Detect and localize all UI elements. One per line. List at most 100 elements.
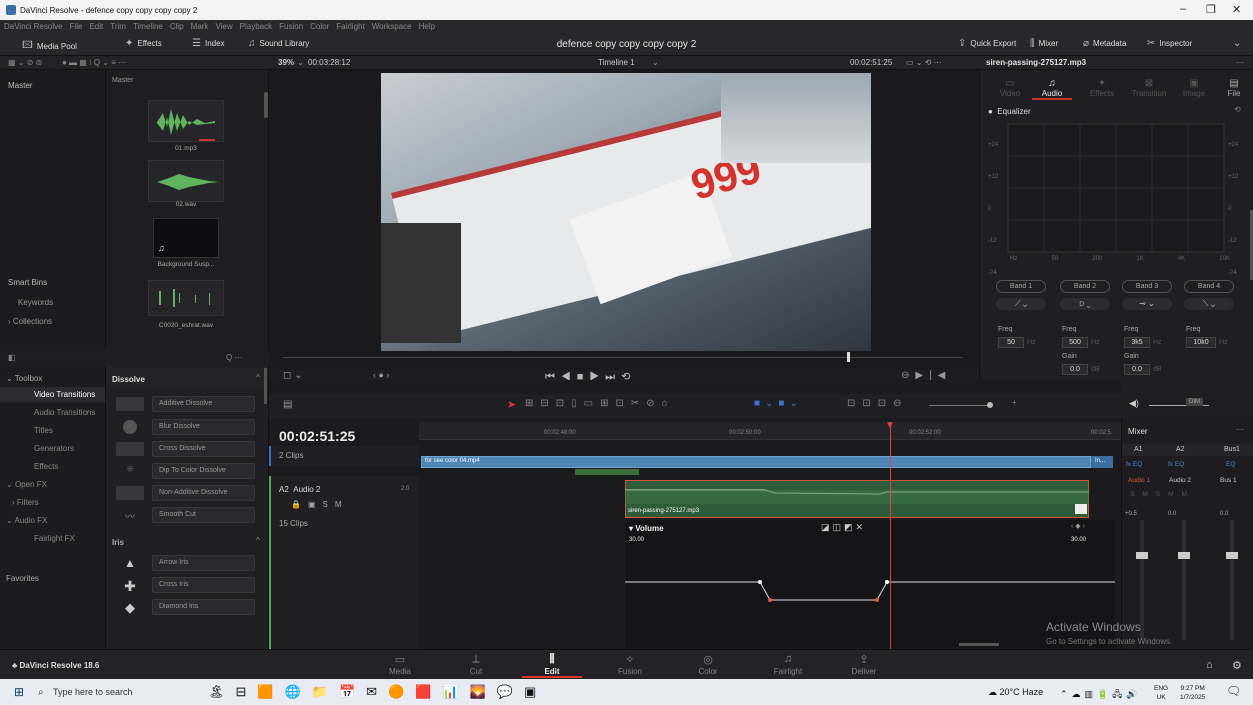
select-tool-icon[interactable]: ➤ [507, 398, 516, 411]
viewer-scrubber[interactable] [283, 357, 963, 358]
menu-help[interactable]: Help [419, 22, 435, 31]
tab-transition[interactable]: ⊠ Transition [1126, 78, 1172, 98]
toolbox-titles[interactable]: Titles [34, 426, 53, 435]
taskbar-search-input[interactable]: Type here to search [53, 687, 133, 697]
mixer-eq-a1[interactable]: fx EQ [1126, 461, 1142, 468]
audio-clip-small[interactable] [575, 469, 639, 475]
toolbox-video-transitions[interactable]: Video Transitions [34, 390, 95, 399]
menu-fairlight[interactable]: Fairlight [336, 22, 364, 31]
fader-a1[interactable] [1136, 552, 1148, 559]
eq-graph[interactable] [986, 120, 1248, 260]
fx-scrollbar[interactable] [264, 368, 267, 404]
page-color[interactable]: ◎ Color [678, 653, 738, 676]
menu-mark[interactable]: Mark [191, 22, 209, 31]
view-options-icon[interactable]: ▦ ⌄ ⊘ ⊜ [8, 58, 42, 67]
band-1-shape-select[interactable]: ⟋ ⌄ [996, 298, 1046, 310]
zoom-chevron-icon[interactable]: ⌄ [297, 58, 304, 67]
band-2-shape-select[interactable]: ⫐ ⌄ [1060, 298, 1110, 310]
tab-video[interactable]: ▭ Video [990, 78, 1030, 98]
list-view-icon[interactable]: ● ▬ ▦ ⁝ Q ⌄ ≡ ⋯ [62, 58, 126, 67]
audio-fx-header[interactable]: ⌄ Audio FX [6, 516, 47, 525]
zoom-slider-thumb[interactable] [987, 402, 993, 408]
page-deliver[interactable]: ⇪ Deliver [834, 653, 894, 676]
fader-bus1[interactable] [1226, 552, 1238, 559]
open-fx-header[interactable]: ⌄ Open FX [6, 480, 47, 489]
fx-item[interactable]: ▲ Arrow Iris [116, 554, 259, 572]
band-1-toggle[interactable]: Band 1 [996, 280, 1046, 293]
equalizer-enable-icon[interactable]: ● [988, 107, 997, 116]
menu-clip[interactable]: Clip [170, 22, 184, 31]
band-1-freq-input[interactable]: 50 [998, 337, 1024, 348]
fx-item[interactable]: ⁜ Dip To Color Dissolve [116, 462, 259, 480]
bin-master[interactable]: Master [8, 81, 32, 90]
menu-color[interactable]: Color [310, 22, 329, 31]
band-2-freq-input[interactable]: 500 [1062, 337, 1088, 348]
menu-view[interactable]: View [215, 22, 232, 31]
panel-toggle-icon[interactable]: ◧ [8, 353, 16, 362]
taskbar-app-icons[interactable]: 🏝⊟🟧🌐📁📅✉🟠🟥📊🌄💬▣ [208, 684, 547, 700]
mixer-more-icon[interactable]: ⋯ [1236, 425, 1244, 434]
language-indicator[interactable]: ENG UK [1154, 684, 1168, 702]
band-3-gain-input[interactable]: 0.0 [1124, 364, 1150, 375]
page-cut[interactable]: ⟂ Cut [446, 653, 506, 676]
filters-item[interactable]: › Filters [12, 498, 39, 507]
timeline-chevron-icon[interactable]: ⌄ [652, 58, 659, 67]
page-media[interactable]: ▭ Media [370, 653, 430, 676]
fx-item[interactable]: ◆ Diamond Iris [116, 598, 259, 616]
toolbox-effects[interactable]: Effects [34, 462, 58, 471]
favorites-header[interactable]: Favorites [6, 574, 39, 583]
mixer-eq-a2[interactable]: fx EQ [1168, 461, 1184, 468]
timeline-playhead[interactable] [890, 422, 891, 649]
minimize-icon[interactable]: – [1180, 3, 1186, 15]
fx-item[interactable]: 〰 Smooth Cut [116, 506, 259, 524]
speaker-icon[interactable]: ◀) [1129, 398, 1139, 409]
tab-image[interactable]: ▣ Image [1174, 78, 1214, 98]
mixer-eq-bus1[interactable]: EQ [1226, 461, 1235, 468]
flag-marker-tools[interactable]: ■⌄■⌄ [754, 398, 803, 409]
settings-gear-icon[interactable]: ⚙ [1232, 659, 1242, 672]
home-icon[interactable]: ⌂ [1206, 659, 1213, 671]
band-3-toggle[interactable]: Band 3 [1122, 280, 1172, 293]
maximize-icon[interactable]: ❐ [1206, 3, 1216, 16]
track-controls[interactable]: 🔒▣SM [291, 500, 349, 509]
fx-item[interactable]: Cross Dissolve [116, 440, 259, 458]
fx-item[interactable]: Additive Dissolve [116, 395, 259, 413]
fairlight-fx-item[interactable]: Fairlight FX [34, 534, 75, 543]
menu-timeline[interactable]: Timeline [133, 22, 163, 31]
zoom-tools[interactable]: ⊡⊡⊡⊖ [847, 398, 909, 409]
windows-start-icon[interactable]: ⊞ [14, 685, 24, 699]
edit-tools[interactable]: ⊞⊟⊡▯▭⊞⊡✂⊘⌂ [525, 398, 675, 409]
band-4-shape-select[interactable]: ⟍ ⌄ [1184, 298, 1234, 310]
effects-toggle[interactable]: ✦ Effects [125, 38, 162, 49]
timeline-hscroll[interactable] [959, 643, 999, 646]
tab-audio[interactable]: ♫ Audio [1032, 78, 1072, 100]
media-clip[interactable] [148, 160, 224, 202]
timeline-zoom-slider[interactable] [929, 405, 989, 406]
band-2-toggle[interactable]: Band 2 [1060, 280, 1110, 293]
viewer-playhead[interactable] [847, 352, 850, 362]
band-3-freq-input[interactable]: 3k5 [1124, 337, 1150, 348]
band-4-freq-input[interactable]: 10k0 [1186, 337, 1216, 348]
timeline-selector[interactable]: Timeline 1 [598, 58, 635, 67]
dim-button[interactable]: DIM [1186, 398, 1203, 406]
menu-edit[interactable]: Edit [89, 22, 103, 31]
dissolve-collapse-icon[interactable]: ^ [256, 373, 260, 382]
fader-track-a2[interactable] [1182, 520, 1186, 640]
media-scrollbar[interactable] [264, 92, 268, 118]
fx-item[interactable]: ✚ Cross Iris [116, 576, 259, 594]
band-3-shape-select[interactable]: ⊸ ⌄ [1122, 298, 1172, 310]
menu-workspace[interactable]: Workspace [372, 22, 412, 31]
clip-curve-icon[interactable] [1075, 504, 1087, 514]
mixer-toggle[interactable]: ⫼ Mixer [1030, 38, 1058, 49]
page-fairlight[interactable]: ♫ Fairlight [758, 653, 818, 676]
menu-fusion[interactable]: Fusion [279, 22, 303, 31]
tab-effects[interactable]: ✦ Effects [1082, 78, 1122, 98]
video-clip[interactable] [421, 456, 1091, 468]
toolbox-audio-transitions[interactable]: Audio Transitions [34, 408, 95, 417]
inspector-toggle[interactable]: ✂ Inspector [1147, 38, 1192, 49]
close-icon[interactable]: ✕ [1232, 3, 1241, 16]
system-tray-icons[interactable]: ⌃☁▥🔋🖧🔊 [1060, 687, 1142, 703]
search-icon[interactable]: Q ⋯ [226, 353, 242, 362]
menu-davinci[interactable]: DaVinci Resolve [4, 22, 63, 31]
inspector-more-icon[interactable]: ⋯ [1236, 58, 1244, 67]
